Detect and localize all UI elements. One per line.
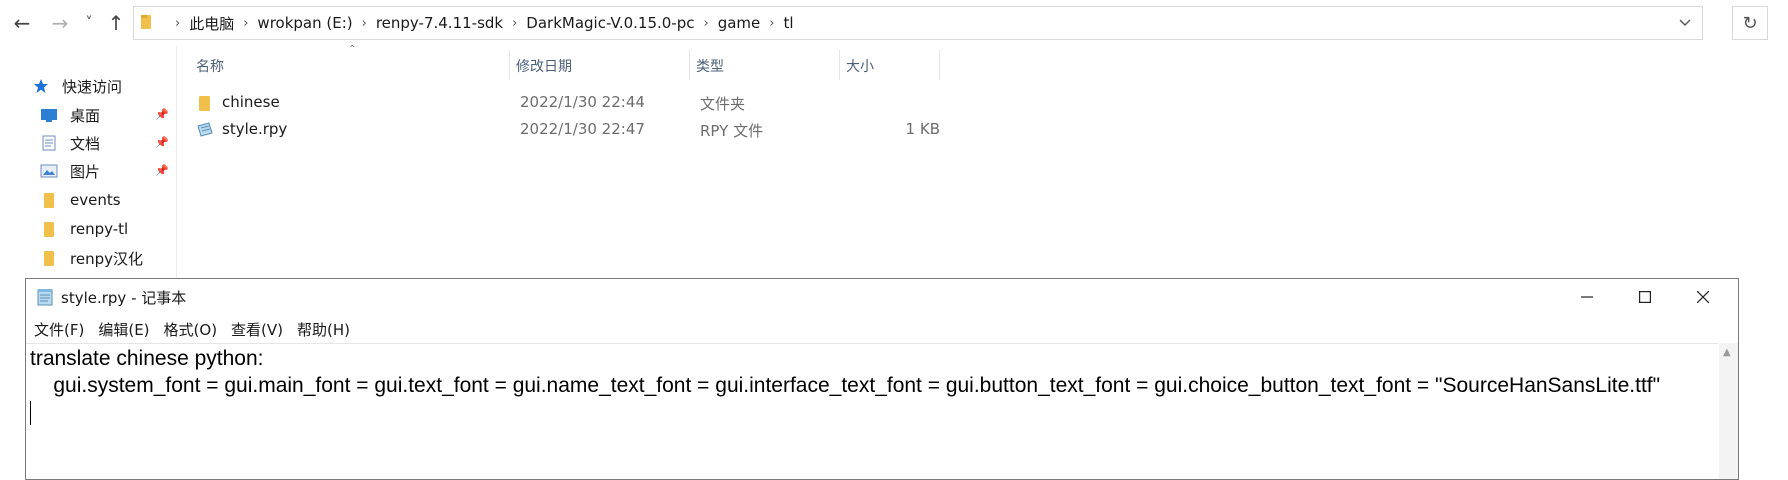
back-button[interactable]: ← bbox=[10, 10, 34, 36]
column-divider[interactable] bbox=[939, 50, 940, 80]
sidebar-item-renpy-tl[interactable]: renpy-tl bbox=[38, 216, 128, 242]
maximize-icon bbox=[1639, 291, 1651, 303]
file-date: 2022/1/30 22:44 bbox=[520, 93, 645, 111]
column-header-name[interactable]: 名称 bbox=[196, 52, 506, 80]
notepad-window: style.rpy - 记事本 文件(F) 编辑(E) 格式(O) 查看(V) … bbox=[25, 278, 1739, 480]
address-bar[interactable]: › 此电脑 › wrokpan (E:) › renpy-7.4.11-sdk … bbox=[133, 6, 1703, 40]
sidebar-item-label: renpy-tl bbox=[70, 220, 129, 238]
table-row[interactable]: chinese 2022/1/30 22:44 文件夹 bbox=[196, 90, 946, 116]
menu-bar: 文件(F) 编辑(E) 格式(O) 查看(V) 帮助(H) bbox=[26, 315, 356, 343]
sidebar-item-label: 快速访问 bbox=[62, 77, 123, 96]
column-header-type[interactable]: 类型 bbox=[696, 52, 836, 80]
table-row[interactable]: style.rpy 2022/1/30 22:47 RPY 文件 1 KB bbox=[196, 117, 946, 143]
picture-icon bbox=[38, 162, 60, 180]
menu-file[interactable]: 文件(F) bbox=[34, 319, 84, 340]
sidebar-item-label: 桌面 bbox=[70, 106, 101, 125]
breadcrumb-item[interactable]: renpy-7.4.11-sdk bbox=[376, 14, 503, 32]
folder-icon bbox=[198, 94, 212, 116]
document-icon bbox=[38, 134, 60, 152]
sidebar-item-events[interactable]: events bbox=[38, 187, 121, 213]
file-name: style.rpy bbox=[222, 120, 288, 138]
notepad-title-bar[interactable]: style.rpy - 记事本 bbox=[26, 279, 1738, 315]
file-date: 2022/1/30 22:47 bbox=[520, 120, 645, 138]
notepad-file-icon bbox=[196, 121, 214, 143]
column-divider[interactable] bbox=[839, 50, 840, 80]
sidebar-item-desktop[interactable]: 桌面 bbox=[38, 102, 100, 128]
text-caret bbox=[30, 401, 31, 425]
refresh-icon: ↻ bbox=[1742, 12, 1758, 34]
file-type: 文件夹 bbox=[700, 95, 746, 113]
sidebar-item-quick-access[interactable]: 快速访问 bbox=[30, 73, 122, 99]
folder-icon bbox=[38, 191, 60, 209]
column-divider[interactable] bbox=[689, 50, 690, 80]
recent-locations-button[interactable]: ˅ bbox=[80, 10, 98, 36]
folder-icon bbox=[38, 220, 60, 238]
column-divider[interactable] bbox=[509, 50, 510, 80]
window-title: style.rpy - 记事本 bbox=[61, 289, 187, 307]
navigation-pane: 快速访问 桌面 📌 文档 📌 图片 📌 events renpy-tl renp… bbox=[0, 46, 177, 286]
scroll-up-icon[interactable]: ▲ bbox=[1723, 347, 1731, 358]
menu-help[interactable]: 帮助(H) bbox=[297, 319, 350, 340]
refresh-button[interactable]: ↻ bbox=[1732, 6, 1768, 40]
file-size: 1 KB bbox=[905, 120, 940, 138]
maximize-button[interactable] bbox=[1616, 279, 1674, 315]
text-line: gui.system_font = gui.main_font = gui.te… bbox=[30, 374, 1661, 397]
breadcrumb-item[interactable]: tl bbox=[783, 14, 793, 32]
sidebar-item-label: events bbox=[70, 191, 121, 209]
pin-icon[interactable]: 📌 bbox=[155, 164, 169, 177]
chevron-down-icon[interactable] bbox=[1678, 14, 1692, 36]
sidebar-item-renpy-hanhua[interactable]: renpy汉化 bbox=[38, 245, 143, 271]
menu-view[interactable]: 查看(V) bbox=[231, 319, 283, 340]
chevron-right-icon[interactable]: › bbox=[243, 16, 248, 31]
sidebar-item-label: 文档 bbox=[70, 134, 101, 153]
chevron-right-icon[interactable]: › bbox=[512, 16, 517, 31]
menu-format[interactable]: 格式(O) bbox=[164, 319, 218, 340]
column-header-size[interactable]: 大小 bbox=[846, 52, 936, 80]
up-button[interactable]: ↑ bbox=[104, 10, 128, 36]
forward-button[interactable]: → bbox=[48, 10, 72, 36]
sidebar-item-label: renpy汉化 bbox=[70, 249, 143, 268]
breadcrumb-item[interactable]: wrokpan (E:) bbox=[257, 14, 352, 32]
star-icon bbox=[30, 77, 52, 95]
sidebar-item-pictures[interactable]: 图片 bbox=[38, 158, 100, 184]
breadcrumb-item[interactable]: game bbox=[718, 14, 761, 32]
vertical-scrollbar[interactable]: ▲ bbox=[1719, 343, 1738, 479]
file-name: chinese bbox=[222, 93, 280, 111]
close-icon bbox=[1697, 291, 1709, 303]
address-row: ← → ˅ ↑ › 此电脑 › wrokpan (E:) › renpy-7.4… bbox=[0, 0, 1788, 46]
folder-icon bbox=[140, 12, 156, 34]
chevron-right-icon[interactable]: › bbox=[362, 16, 367, 31]
text-editor[interactable]: translate chinese python: gui.system_fon… bbox=[26, 343, 1718, 479]
folder-icon bbox=[38, 249, 60, 267]
minimize-icon bbox=[1581, 296, 1593, 298]
file-type: RPY 文件 bbox=[700, 122, 764, 140]
sidebar-item-documents[interactable]: 文档 bbox=[38, 130, 100, 156]
desktop-icon bbox=[38, 106, 60, 124]
column-header-date[interactable]: 修改日期 bbox=[516, 52, 676, 80]
notepad-icon bbox=[36, 288, 54, 306]
breadcrumb-item[interactable]: DarkMagic-V.0.15.0-pc bbox=[526, 14, 694, 32]
pin-icon[interactable]: 📌 bbox=[155, 108, 169, 121]
minimize-button[interactable] bbox=[1558, 279, 1616, 315]
chevron-right-icon: › bbox=[175, 15, 181, 31]
chevron-right-icon[interactable]: › bbox=[769, 16, 774, 31]
chevron-right-icon[interactable]: › bbox=[703, 16, 708, 31]
menu-edit[interactable]: 编辑(E) bbox=[98, 319, 149, 340]
pin-icon[interactable]: 📌 bbox=[155, 136, 169, 149]
breadcrumb-item[interactable]: 此电脑 bbox=[189, 13, 234, 34]
text-line: translate chinese python: bbox=[30, 347, 264, 370]
close-button[interactable] bbox=[1674, 279, 1732, 315]
sidebar-item-label: 图片 bbox=[70, 162, 101, 181]
